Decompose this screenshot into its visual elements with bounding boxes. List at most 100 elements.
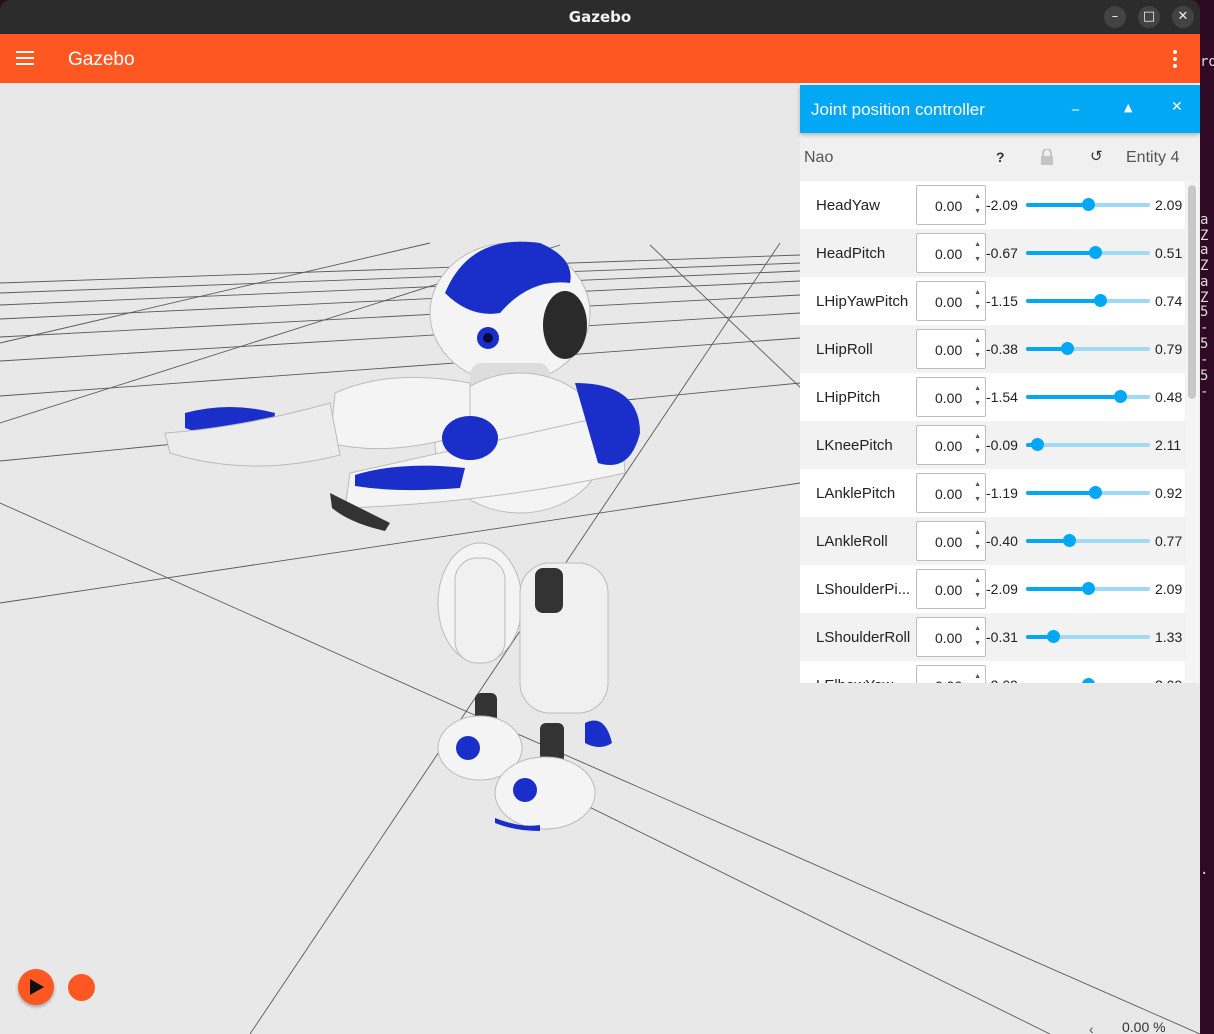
minimize-icon[interactable]: – [1104,6,1126,28]
panel-minimize-icon[interactable]: _ [1072,95,1079,111]
joint-slider[interactable] [1026,294,1150,307]
joint-slider[interactable] [1026,486,1150,499]
joint-slider[interactable] [1026,438,1150,451]
slider-fill [1026,491,1096,495]
joint-value: 0.00 [935,486,963,502]
slider-handle[interactable] [1082,678,1095,683]
joint-slider[interactable] [1026,630,1150,643]
joint-slider[interactable] [1026,534,1150,547]
slider-handle[interactable] [1031,438,1045,451]
joint-min: -2.09 [986,197,1018,213]
spin-down-icon[interactable]: ▼ [974,496,981,503]
spin-up-icon[interactable]: ▲ [974,337,981,344]
spin-up-icon[interactable]: ▲ [974,529,981,536]
scrollbar-thumb[interactable] [1188,185,1196,399]
joint-min: -0.40 [986,533,1018,549]
slider-handle[interactable] [1047,630,1061,643]
joint-value-spinbox[interactable]: 0.00 ▲ ▼ [916,569,986,609]
joint-value-spinbox[interactable]: 0.00▲▼ [916,185,986,225]
joint-value-spinbox[interactable]: 0.00 ▲ ▼ [916,617,986,657]
real-time-factor: 0.00 % [1122,1019,1166,1034]
maximize-icon[interactable]: □ [1138,6,1160,28]
slider-handle[interactable] [1060,342,1074,355]
panel-collapse-icon[interactable]: ▲ [1124,101,1132,114]
joint-value-spinbox[interactable]: 0.00▲▼ [916,377,986,417]
play-button[interactable] [18,969,54,1005]
spin-up-icon[interactable]: ▲ [974,577,981,584]
joint-value-spinbox[interactable]: 0.00▲▼ [916,281,986,321]
slider-handle[interactable] [1114,390,1128,403]
spin-down-icon[interactable]: ▼ [974,640,981,647]
joint-slider[interactable] [1026,342,1150,355]
step-button[interactable] [68,974,95,1001]
joint-value-spinbox[interactable]: 0.00▲▼ [916,233,986,273]
panel-header: Joint position controller _ ▲ ✕ [800,85,1200,133]
joint-row: LHipRoll 0.00 ▲ ▼ -0.38 0.79 [800,325,1185,373]
spin-down-icon[interactable]: ▼ [974,208,981,215]
joint-value: 0.00 [935,630,963,646]
slider-handle[interactable] [1094,294,1108,307]
joint-row: LElbowYaw0.00▲▼-2.092.09 [800,661,1185,683]
joint-list-scrollbar[interactable] [1186,181,1198,683]
spin-down-icon[interactable]: ▼ [974,304,981,311]
spin-up-icon[interactable]: ▲ [974,241,981,248]
help-icon[interactable]: ? [996,149,1005,165]
slider-handle[interactable] [1089,486,1103,499]
joint-row: LHipYawPitch 0.00 ▲ ▼ -1.15 0.74 [800,277,1185,325]
joint-value-spinbox[interactable]: 0.00 ▲ ▼ [916,473,986,513]
spin-up-icon[interactable]: ▲ [974,385,981,392]
joint-name: LShoulderPi... [816,581,911,598]
panel-close-icon[interactable]: ✕ [1171,99,1183,115]
app-bar: Gazebo [0,34,1200,83]
joint-value: 0.00 [935,678,962,683]
joint-name: LAnklePitch [816,485,896,502]
joint-slider[interactable] [1026,390,1150,403]
terminal-text: . [1200,862,1209,878]
play-icon [30,979,44,995]
joint-value: 0.00 [935,534,963,550]
spin-up-icon[interactable]: ▲ [974,289,981,296]
3d-scene-viewport[interactable]: ‹ 0.00 % Joint position controller _ ▲ ✕… [0,83,1200,1034]
more-options-icon[interactable] [1173,50,1179,71]
hamburger-menu-icon[interactable] [16,51,34,65]
terminal-text: ro [1200,54,1214,70]
spin-up-icon[interactable]: ▲ [974,481,981,488]
slider-fill [1026,251,1096,255]
joint-value: 0.00 [935,582,963,598]
joint-min: -0.31 [986,629,1018,645]
joint-name: HeadYaw [816,197,880,214]
joint-name: LElbowYaw [816,677,914,683]
joint-slider[interactable] [1026,198,1150,211]
spin-down-icon[interactable]: ▼ [974,352,981,359]
joint-max: 2.09 [1155,581,1183,597]
spin-up-icon[interactable]: ▲ [974,673,981,680]
joint-value-spinbox[interactable]: 0.00▲▼ [916,665,986,683]
spin-up-icon[interactable]: ▲ [974,193,981,200]
spin-down-icon[interactable]: ▼ [974,544,981,551]
spin-up-icon[interactable]: ▲ [974,625,981,632]
terminal-text: 5 - [1200,336,1209,368]
spin-down-icon[interactable]: ▼ [974,256,981,263]
slider-fill [1026,299,1101,303]
close-icon[interactable]: ✕ [1172,6,1194,28]
spin-down-icon[interactable]: ▼ [974,400,981,407]
joint-value-spinbox[interactable]: 0.00▲▼ [916,425,986,465]
joint-slider[interactable] [1026,582,1150,595]
joint-name: LHipPitch [816,389,881,406]
spin-up-icon[interactable]: ▲ [974,433,981,440]
spin-down-icon[interactable]: ▼ [974,592,981,599]
slider-handle[interactable] [1082,582,1095,595]
model-row: Nao ? ↺ Entity 4 [800,133,1200,181]
stats-expand-chevron[interactable]: ‹ [1089,1021,1094,1034]
joint-value-spinbox[interactable]: 0.00 ▲ ▼ [916,521,986,561]
joint-max: 0.51 [1155,245,1183,261]
reset-icon[interactable]: ↺ [1090,147,1103,165]
slider-handle[interactable] [1082,198,1095,211]
spin-down-icon[interactable]: ▼ [974,448,981,455]
joint-value-spinbox[interactable]: 0.00▲▼ [916,329,986,369]
slider-handle[interactable] [1063,534,1077,547]
joint-min: -2.09 [986,677,1018,683]
joint-slider[interactable] [1026,246,1150,259]
joint-row: LAnklePitch 0.00 ▲ ▼ -1.19 0.92 [800,469,1185,517]
slider-handle[interactable] [1089,246,1103,259]
